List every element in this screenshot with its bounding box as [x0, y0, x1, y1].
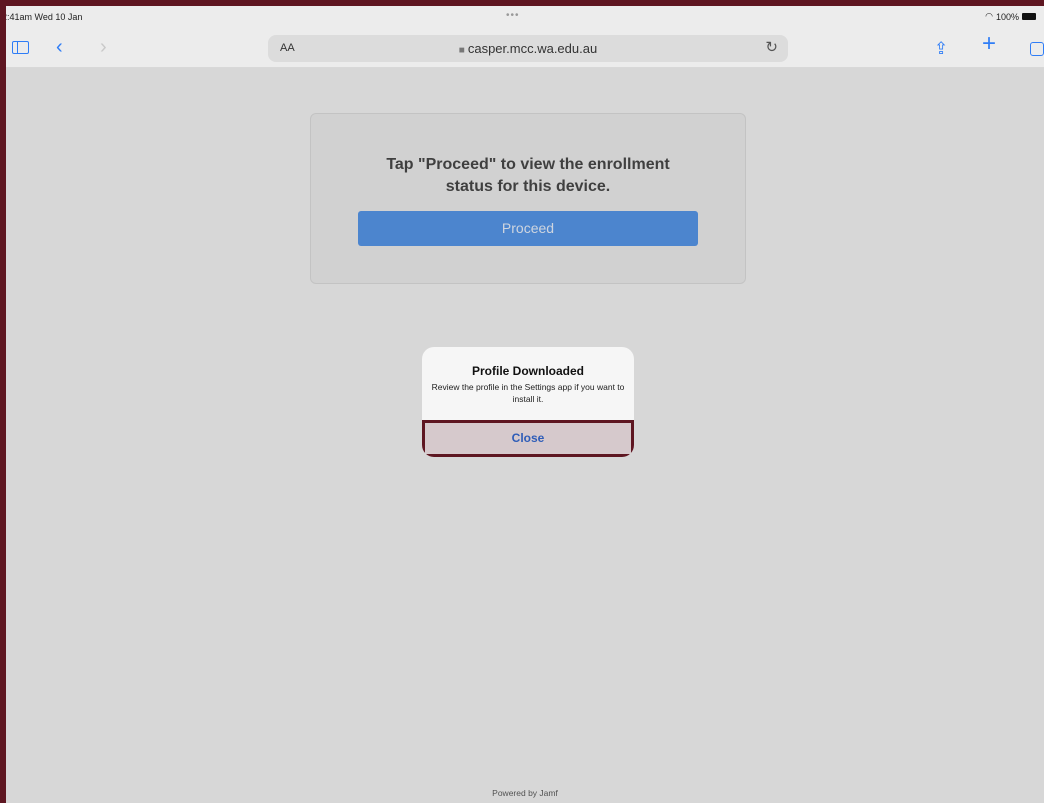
battery-percent: 100% [995, 11, 1019, 22]
ipad-screen: 2:41am Wed 10 Jan ••• ◠ 100% ‹ › AA ■ cas… [6, 6, 1044, 803]
status-time: 2:41am Wed 10 Jan [6, 12, 83, 22]
status-bar: 2:41am Wed 10 Jan ••• ◠ 100% [6, 6, 1044, 28]
wifi-icon: ◠ [985, 11, 993, 21]
lock-icon: ■ [458, 45, 465, 56]
forward-icon[interactable]: › [100, 36, 107, 58]
alert-message: Review the profile in the Settings app i… [431, 382, 625, 404]
battery-icon [1022, 13, 1036, 20]
share-icon[interactable]: ⇪ [934, 38, 948, 60]
back-icon[interactable]: ‹ [56, 36, 63, 58]
status-right: ◠ 100% [985, 11, 1036, 22]
web-content: Tap "Proceed" to view the enrollment sta… [6, 68, 1044, 803]
reload-icon[interactable]: ↻ [765, 38, 778, 56]
url-text: casper.mcc.wa.edu.au [467, 41, 598, 56]
new-tab-icon[interactable]: + [982, 32, 996, 56]
alert-title: Profile Downloaded [471, 364, 584, 378]
browser-toolbar: ‹ › AA ■ casper.mcc.wa.edu.au ↻ ⇪ + [6, 28, 1044, 68]
close-button[interactable]: Close [422, 420, 634, 457]
url-display[interactable]: ■ casper.mcc.wa.edu.au [268, 41, 788, 56]
multitasking-dots[interactable]: ••• [506, 10, 520, 21]
profile-downloaded-alert: Profile Downloaded Review the profile in… [422, 347, 634, 457]
address-bar[interactable]: AA ■ casper.mcc.wa.edu.au ↻ [268, 35, 788, 62]
sidebar-icon[interactable] [12, 41, 29, 54]
tabs-overview-icon[interactable] [1030, 42, 1044, 56]
